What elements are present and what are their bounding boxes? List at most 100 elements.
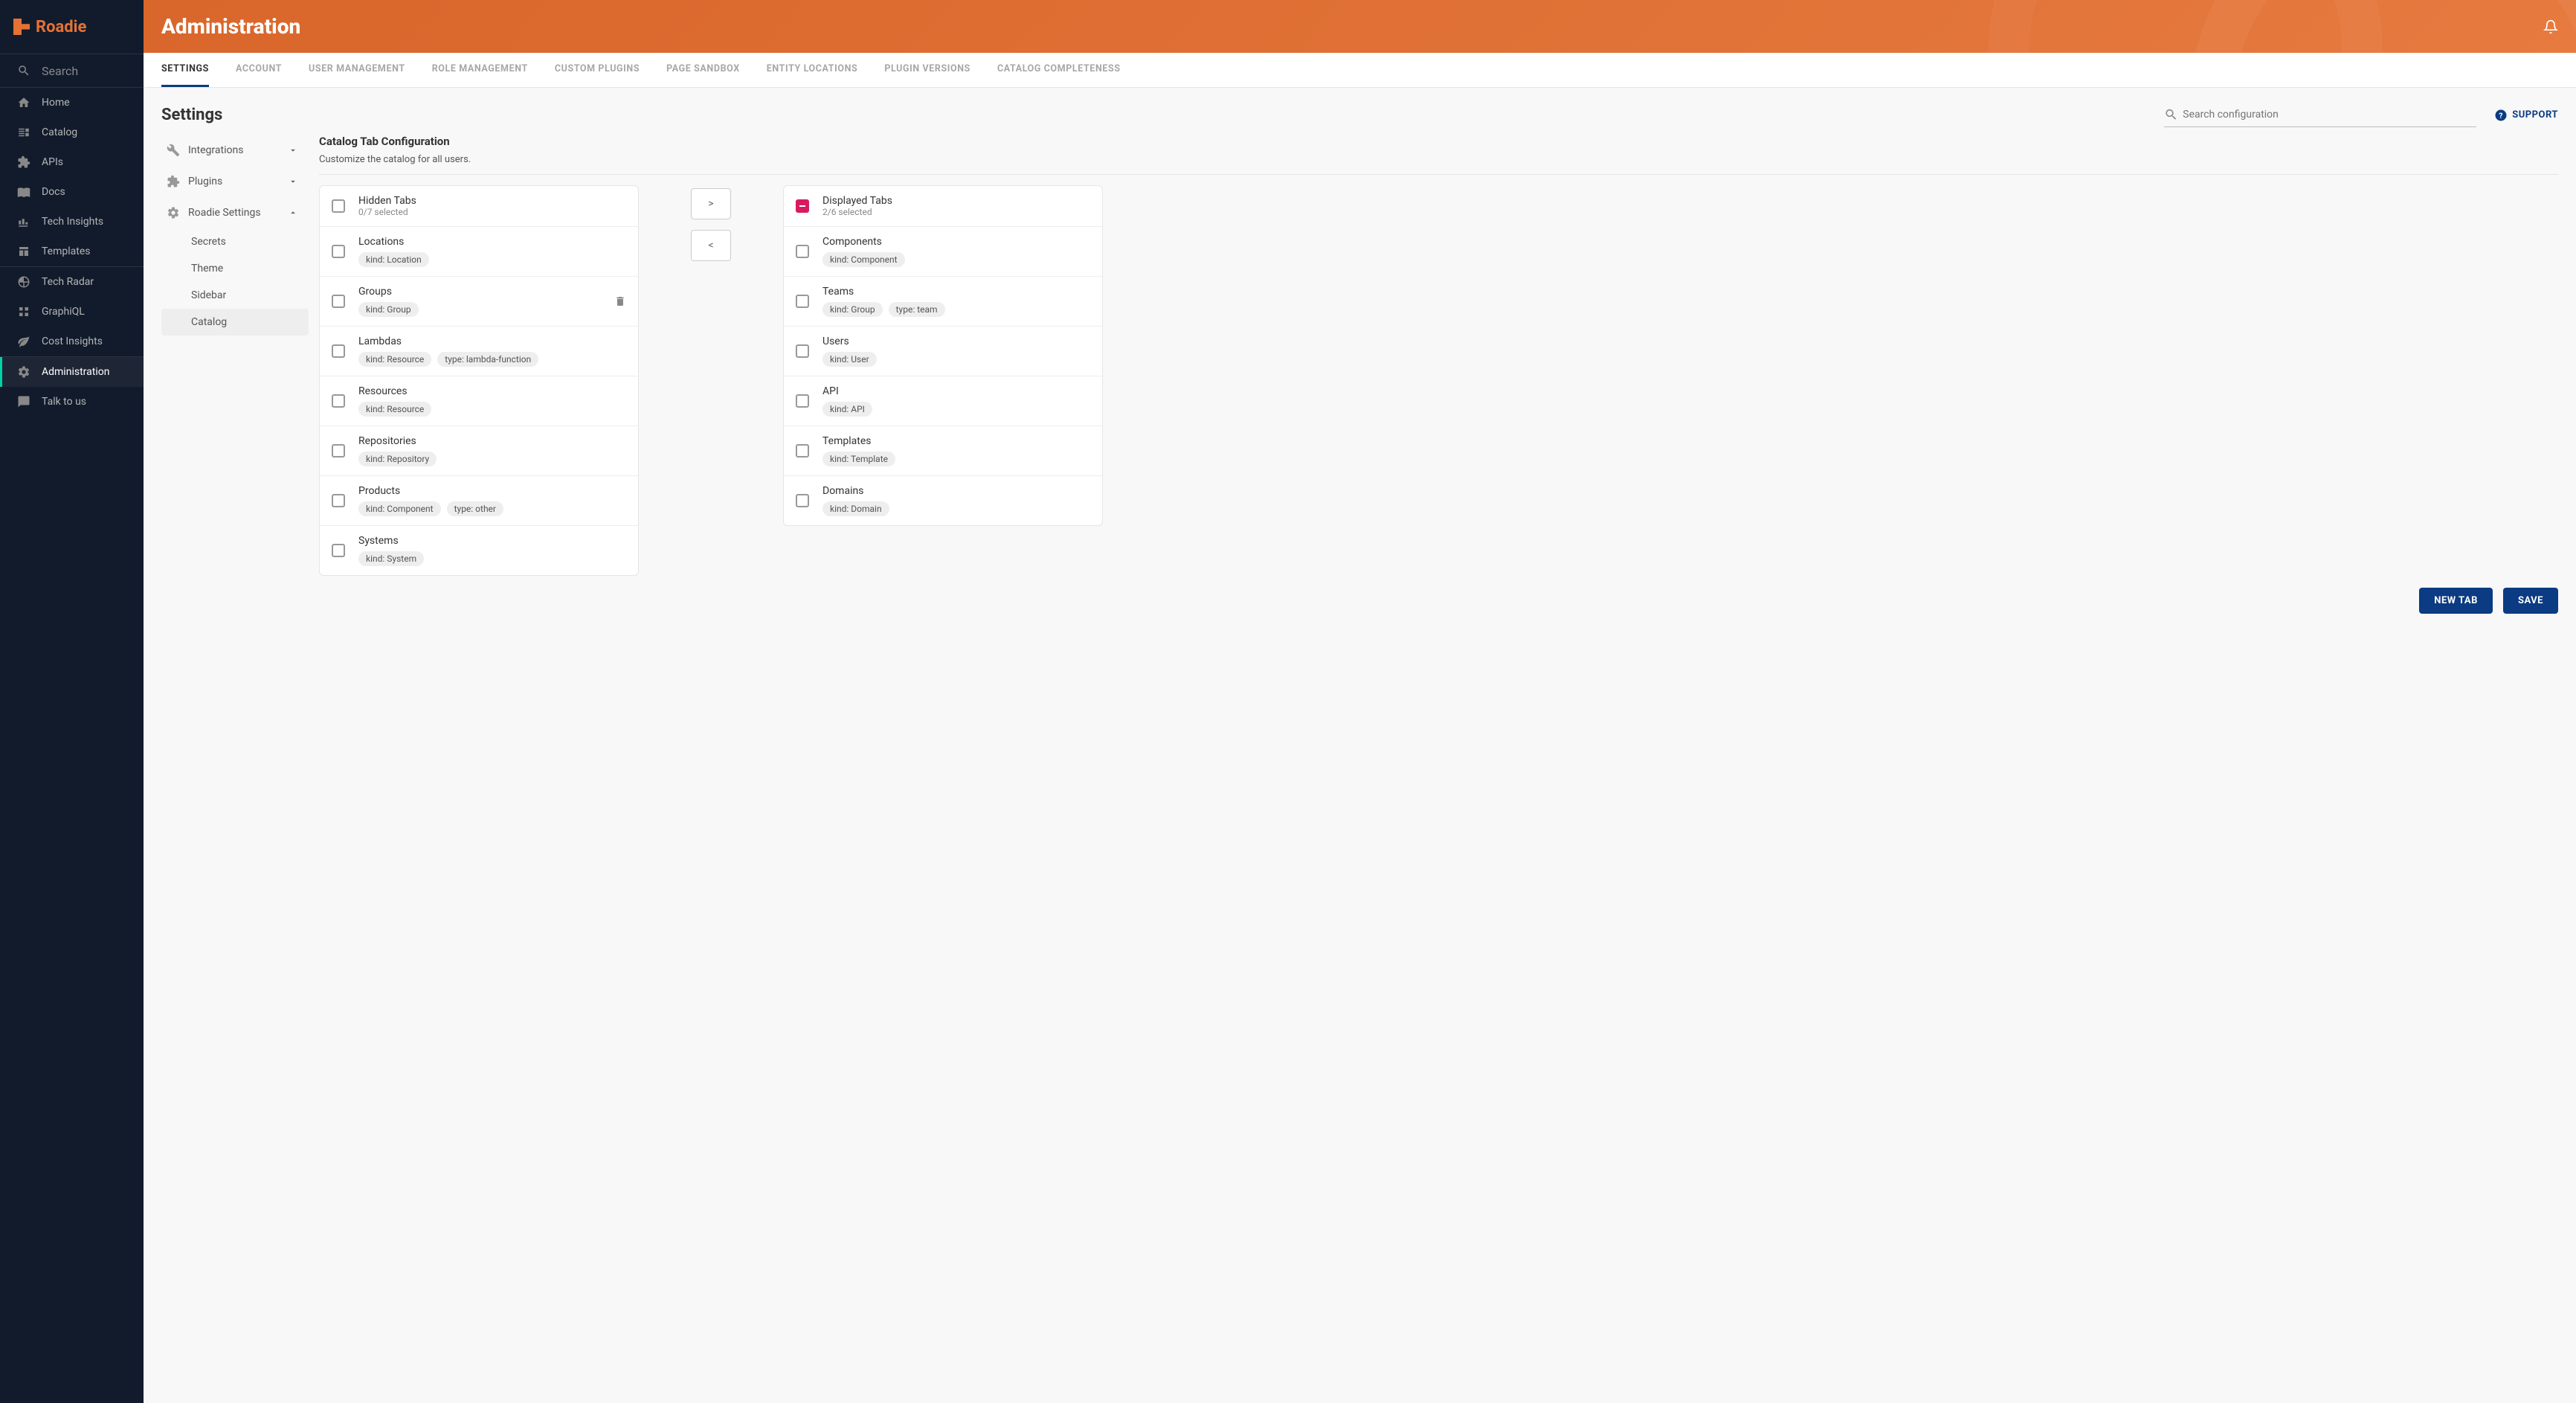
page-title: Administration	[161, 14, 300, 39]
row-checkbox[interactable]	[332, 344, 345, 358]
settings-heading: Settings	[161, 106, 222, 124]
chip: kind: Domain	[822, 501, 889, 516]
sidebar-item-docs[interactable]: Docs	[0, 177, 144, 207]
sidebar-item-cost-insights[interactable]: Cost Insights	[0, 327, 144, 356]
row-checkbox[interactable]	[796, 295, 809, 308]
search-icon	[16, 63, 31, 78]
row-checkbox[interactable]	[332, 544, 345, 557]
tab-role-management[interactable]: Role Management	[432, 53, 528, 87]
list-item: Groupskind: Group	[320, 277, 638, 327]
transfer-buttons: > <	[639, 185, 783, 261]
chevron-icon	[288, 208, 298, 218]
settings-nav: IntegrationsPluginsRoadie SettingsSecret…	[161, 135, 309, 614]
move-left-button[interactable]: <	[691, 230, 731, 261]
list-item: Productskind: Componenttype: other	[320, 476, 638, 526]
chip: kind: User	[822, 352, 877, 367]
sidebar-item-templates[interactable]: Templates	[0, 237, 144, 266]
save-button[interactable]: SAVE	[2503, 588, 2558, 614]
sidebar-item-catalog[interactable]: Catalog	[0, 118, 144, 147]
select-all-checkbox[interactable]	[332, 199, 345, 213]
settings-nav-integrations[interactable]: Integrations	[161, 135, 309, 166]
chip: type: team	[889, 302, 945, 317]
tools-icon	[166, 144, 181, 157]
chip: kind: Component	[358, 501, 441, 516]
move-right-button[interactable]: >	[691, 188, 731, 219]
search-icon	[2164, 107, 2178, 122]
settings-nav-sub-secrets[interactable]: Secrets	[161, 228, 309, 255]
sidebar: Roadie Search HomeCatalogAPIsDocsTech In…	[0, 0, 144, 1403]
home-icon	[16, 95, 31, 110]
search-label: Search	[42, 64, 78, 78]
app-logo[interactable]: Roadie	[0, 0, 144, 54]
list-item: Repositorieskind: Repository	[320, 426, 638, 476]
row-checkbox[interactable]	[796, 394, 809, 408]
footer-buttons: NEW TAB SAVE	[319, 588, 2558, 614]
catalog-config-title: Catalog Tab Configuration	[319, 135, 2558, 148]
notifications-bell-icon[interactable]	[2543, 19, 2558, 34]
gear-icon	[16, 365, 31, 379]
sidebar-search[interactable]: Search	[0, 54, 144, 87]
chip: type: other	[447, 501, 503, 516]
tab-page-sandbox[interactable]: Page Sandbox	[666, 53, 740, 87]
svg-text:?: ?	[2499, 110, 2503, 120]
chevron-icon	[288, 145, 298, 155]
row-checkbox[interactable]	[796, 344, 809, 358]
settings-nav-plugins[interactable]: Plugins	[161, 166, 309, 197]
settings-nav-sub-theme[interactable]: Theme	[161, 255, 309, 282]
row-checkbox[interactable]	[332, 494, 345, 507]
sidebar-item-home[interactable]: Home	[0, 88, 144, 118]
row-checkbox[interactable]	[332, 245, 345, 258]
config-search[interactable]	[2164, 103, 2476, 127]
tab-user-management[interactable]: User Management	[309, 53, 405, 87]
trash-icon[interactable]	[614, 295, 626, 307]
settings-nav-sub-catalog[interactable]: Catalog	[161, 309, 309, 336]
sidebar-item-tech-radar[interactable]: Tech Radar	[0, 267, 144, 297]
tab-custom-plugins[interactable]: Custom Plugins	[555, 53, 640, 87]
graphql-icon	[16, 304, 31, 319]
support-link[interactable]: ? SUPPORT	[2494, 109, 2558, 122]
sidebar-item-administration[interactable]: Administration	[0, 357, 144, 387]
listbox-header: Displayed Tabs2/6 selected	[784, 186, 1102, 227]
sidebar-item-apis[interactable]: APIs	[0, 147, 144, 177]
puzzle-icon	[166, 175, 181, 188]
row-checkbox[interactable]	[332, 394, 345, 408]
list-item: Componentskind: Component	[784, 227, 1102, 277]
settings-nav-sub-sidebar[interactable]: Sidebar	[161, 282, 309, 309]
roadie-logo-icon	[13, 19, 30, 35]
catalog-config-panel: Catalog Tab Configuration Customize the …	[319, 135, 2558, 614]
list-item: Resourceskind: Resource	[320, 376, 638, 426]
new-tab-button[interactable]: NEW TAB	[2419, 588, 2493, 614]
list-item: Locationskind: Location	[320, 227, 638, 277]
sidebar-item-talk-to-us[interactable]: Talk to us	[0, 387, 144, 417]
main: Administration Settings Account User Manag…	[144, 0, 2576, 1403]
row-checkbox[interactable]	[332, 295, 345, 308]
tab-account[interactable]: Account	[236, 53, 282, 87]
row-checkbox[interactable]	[796, 444, 809, 458]
tab-catalog-completeness[interactable]: Catalog Completeness	[997, 53, 1121, 87]
insights-icon	[16, 214, 31, 229]
catalog-config-description: Customize the catalog for all users.	[319, 154, 2558, 175]
list-item: Userskind: User	[784, 327, 1102, 376]
settings-nav-roadie-settings[interactable]: Roadie Settings	[161, 197, 309, 228]
displayed-tabs-listbox: Displayed Tabs2/6 selectedComponentskind…	[783, 185, 1103, 526]
row-checkbox[interactable]	[796, 494, 809, 507]
list-item: Lambdaskind: Resourcetype: lambda-functi…	[320, 327, 638, 376]
select-all-checkbox[interactable]	[796, 199, 809, 213]
sidebar-item-graphiql[interactable]: GraphiQL	[0, 297, 144, 327]
book-icon	[16, 184, 31, 199]
leaf-icon	[16, 334, 31, 349]
tab-settings[interactable]: Settings	[161, 53, 209, 87]
list-item: Teamskind: Grouptype: team	[784, 277, 1102, 327]
tab-entity-locations[interactable]: Entity Locations	[767, 53, 858, 87]
row-checkbox[interactable]	[796, 245, 809, 258]
sidebar-item-tech-insights[interactable]: Tech Insights	[0, 207, 144, 237]
help-icon: ?	[2494, 109, 2508, 122]
tab-plugin-versions[interactable]: Plugin Versions	[884, 53, 970, 87]
chip: kind: Group	[822, 302, 883, 317]
row-checkbox[interactable]	[332, 444, 345, 458]
chip: kind: Component	[822, 252, 905, 267]
config-search-input[interactable]	[2178, 103, 2476, 126]
chip: kind: Repository	[358, 452, 437, 466]
chip: kind: Location	[358, 252, 429, 267]
tabs-bar: Settings Account User Management Role Manag…	[144, 53, 2576, 88]
